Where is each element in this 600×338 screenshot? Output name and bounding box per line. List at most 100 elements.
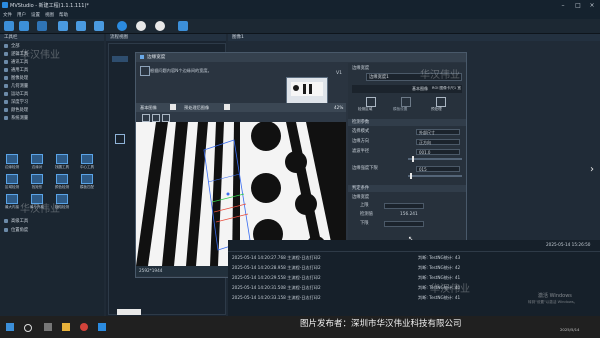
tool-grid-item[interactable]: 边缘检测 [2, 154, 22, 170]
tool-grid-item[interactable]: 边缘对 [27, 154, 47, 170]
close-icon[interactable]: × [585, 1, 599, 10]
publisher-caption: 图片发布者：深圳市华汉伟业科技有限公司 [300, 319, 462, 329]
template-icon[interactable] [401, 97, 411, 107]
log-row[interactable]: 2025-05-14 14:20:31.508 主流程-日志打印2 [232, 284, 321, 292]
version-label: V1 [336, 71, 343, 76]
menu-settings[interactable]: 设置 [31, 12, 40, 18]
judge-row: 上限 [348, 202, 466, 210]
minimize-icon[interactable]: – [556, 1, 570, 10]
tool-category[interactable]: 通用工具 [4, 67, 100, 74]
image-select-icon[interactable] [170, 104, 176, 110]
settings-icon[interactable] [178, 21, 188, 31]
tool-category[interactable]: 系统测量 [4, 115, 100, 122]
grid-icon[interactable] [58, 21, 68, 31]
edge-pair-icon [31, 154, 43, 164]
menu-user[interactable]: 用户 [17, 12, 26, 18]
tool-grid-item[interactable]: 中心工具 [77, 154, 97, 170]
run-loop-icon[interactable] [136, 21, 146, 31]
watermark: 华汉伟业 [20, 50, 60, 61]
save-icon[interactable] [37, 21, 47, 31]
menu-file[interactable]: 文件 [3, 12, 12, 18]
tool-category[interactable]: 颜色处理 [4, 107, 100, 114]
thumbnail-preview[interactable] [286, 77, 328, 105]
mvstudio-task-icon[interactable] [98, 323, 106, 331]
tab-right-base[interactable]: 基本图像 [412, 86, 428, 92]
menu-view[interactable]: 视图 [45, 12, 54, 18]
detect-region-icon[interactable] [366, 97, 376, 107]
edge-width-icon [140, 66, 150, 76]
filter-radius-slider[interactable] [408, 156, 462, 162]
measured-value: 156.241 [400, 212, 418, 217]
chrome-icon[interactable] [80, 323, 88, 331]
tool-grid-item[interactable]: 区域检测 [2, 174, 22, 190]
windows-start-icon[interactable] [6, 323, 14, 331]
tool-grid-item[interactable]: 颜色检测 [52, 174, 72, 190]
tool-grid-item[interactable]: 最大内接 [2, 194, 22, 210]
tool-category[interactable]: 位置角度 [4, 227, 100, 234]
right-icon-row: 检测区域 模板设置 预处理 [356, 97, 456, 117]
tool-category[interactable]: 几何测量 [4, 83, 100, 90]
mode-select[interactable]: 外部尺寸 [416, 129, 460, 135]
monitor-icon[interactable] [94, 21, 104, 31]
tool-category[interactable]: 高级工具 [4, 218, 100, 225]
preview-select-icon[interactable] [224, 104, 230, 110]
tool-category[interactable]: 运动工具 [4, 91, 100, 98]
param-row: 边缘强度下限 015 [348, 165, 466, 173]
tab-right-roi[interactable]: ROI 图像卡尺1 宽 [432, 86, 461, 91]
zoom-level: 42% [334, 105, 344, 110]
tool-grid-item[interactable]: 找矩形 [27, 174, 47, 190]
log-row[interactable]: 2025-05-14 14:20:33.158 主流程-日志打印2 [232, 294, 321, 302]
stop-icon[interactable] [155, 21, 165, 31]
name-label: 边缘宽度 [352, 66, 370, 71]
preprocess-label: 预处理 [431, 107, 442, 111]
color-tool-icon [56, 174, 68, 184]
direction-select[interactable]: 正方向 [416, 139, 460, 145]
open-icon[interactable] [19, 21, 29, 31]
filter-radius-input[interactable]: 001.0 [416, 149, 460, 155]
log-row[interactable]: 2025-05-14 14:20:27.768 主流程-日志打印2 [232, 254, 321, 262]
preprocess-icon[interactable] [436, 97, 446, 107]
lower-limit-input[interactable] [384, 221, 424, 227]
app-logo-icon [2, 2, 8, 8]
tool-panel: 工具栏 全部 逻辑工具 通讯工具 通用工具 图像处理 几何测量 运动工具 深度学… [0, 34, 104, 316]
watermark: 华汉伟业 [430, 284, 470, 295]
log-row[interactable]: 2025-05-14 14:20:28.958 主流程-日志打印2 [232, 264, 321, 272]
tab-preprocessed[interactable]: 预处理后图像 [184, 105, 209, 111]
tool-grid-item[interactable]: 找圆工具 [52, 154, 72, 170]
process-node[interactable] [112, 56, 128, 62]
dialog-icon [140, 55, 144, 59]
list-icon[interactable] [76, 21, 86, 31]
next-image-icon[interactable]: › [590, 164, 594, 175]
tool-category[interactable]: 深度学习 [4, 99, 100, 106]
explorer-icon[interactable] [62, 323, 70, 331]
image-tab-bar: 基本图像 预处理后图像 42% [136, 103, 346, 112]
menu-help[interactable]: 帮助 [59, 12, 68, 18]
log-result: 判断: TestNG统计: 43 [418, 255, 461, 260]
zoom-in-icon[interactable] [152, 114, 160, 122]
detect-region-label: 检测区域 [358, 107, 373, 111]
section-judge-header[interactable]: 判定条件 [348, 185, 466, 192]
task-view-icon[interactable] [44, 323, 52, 331]
fit-icon[interactable] [142, 114, 150, 122]
tool-panel-header: 工具栏 [0, 34, 104, 41]
camera-icon[interactable] [4, 21, 14, 31]
log-timestamp: 2025-05-14 15:26:50 [546, 242, 591, 247]
param-row: 滤波半径 001.0 [348, 148, 466, 156]
zoom-out-icon[interactable] [162, 114, 170, 122]
log-result: 判断: TestNG统计: 42 [418, 265, 461, 270]
log-row[interactable]: 2025-05-14 14:20:29.558 主流程-日志打印2 [232, 274, 321, 282]
tool-category[interactable]: 图像处理 [4, 75, 100, 82]
dialog-title: 边缘宽度 [147, 55, 166, 60]
maximize-icon[interactable]: □ [571, 1, 585, 10]
template-tool-icon [81, 174, 93, 184]
branch-icon[interactable] [115, 134, 125, 144]
edge-threshold-slider[interactable] [408, 173, 462, 179]
tool-grid-item[interactable]: 模板匹配 [77, 174, 97, 190]
tab-base-image[interactable]: 基本图像 [140, 105, 157, 111]
run-once-icon[interactable] [117, 21, 127, 31]
taskbar-search-icon[interactable] [24, 324, 32, 332]
section-params-header[interactable]: 检测参数 [348, 119, 466, 126]
edge-threshold-input[interactable]: 015 [416, 166, 460, 172]
activation-hint: 转到"设置"以激活 Windows。 [528, 300, 578, 304]
upper-limit-input[interactable] [384, 203, 424, 209]
